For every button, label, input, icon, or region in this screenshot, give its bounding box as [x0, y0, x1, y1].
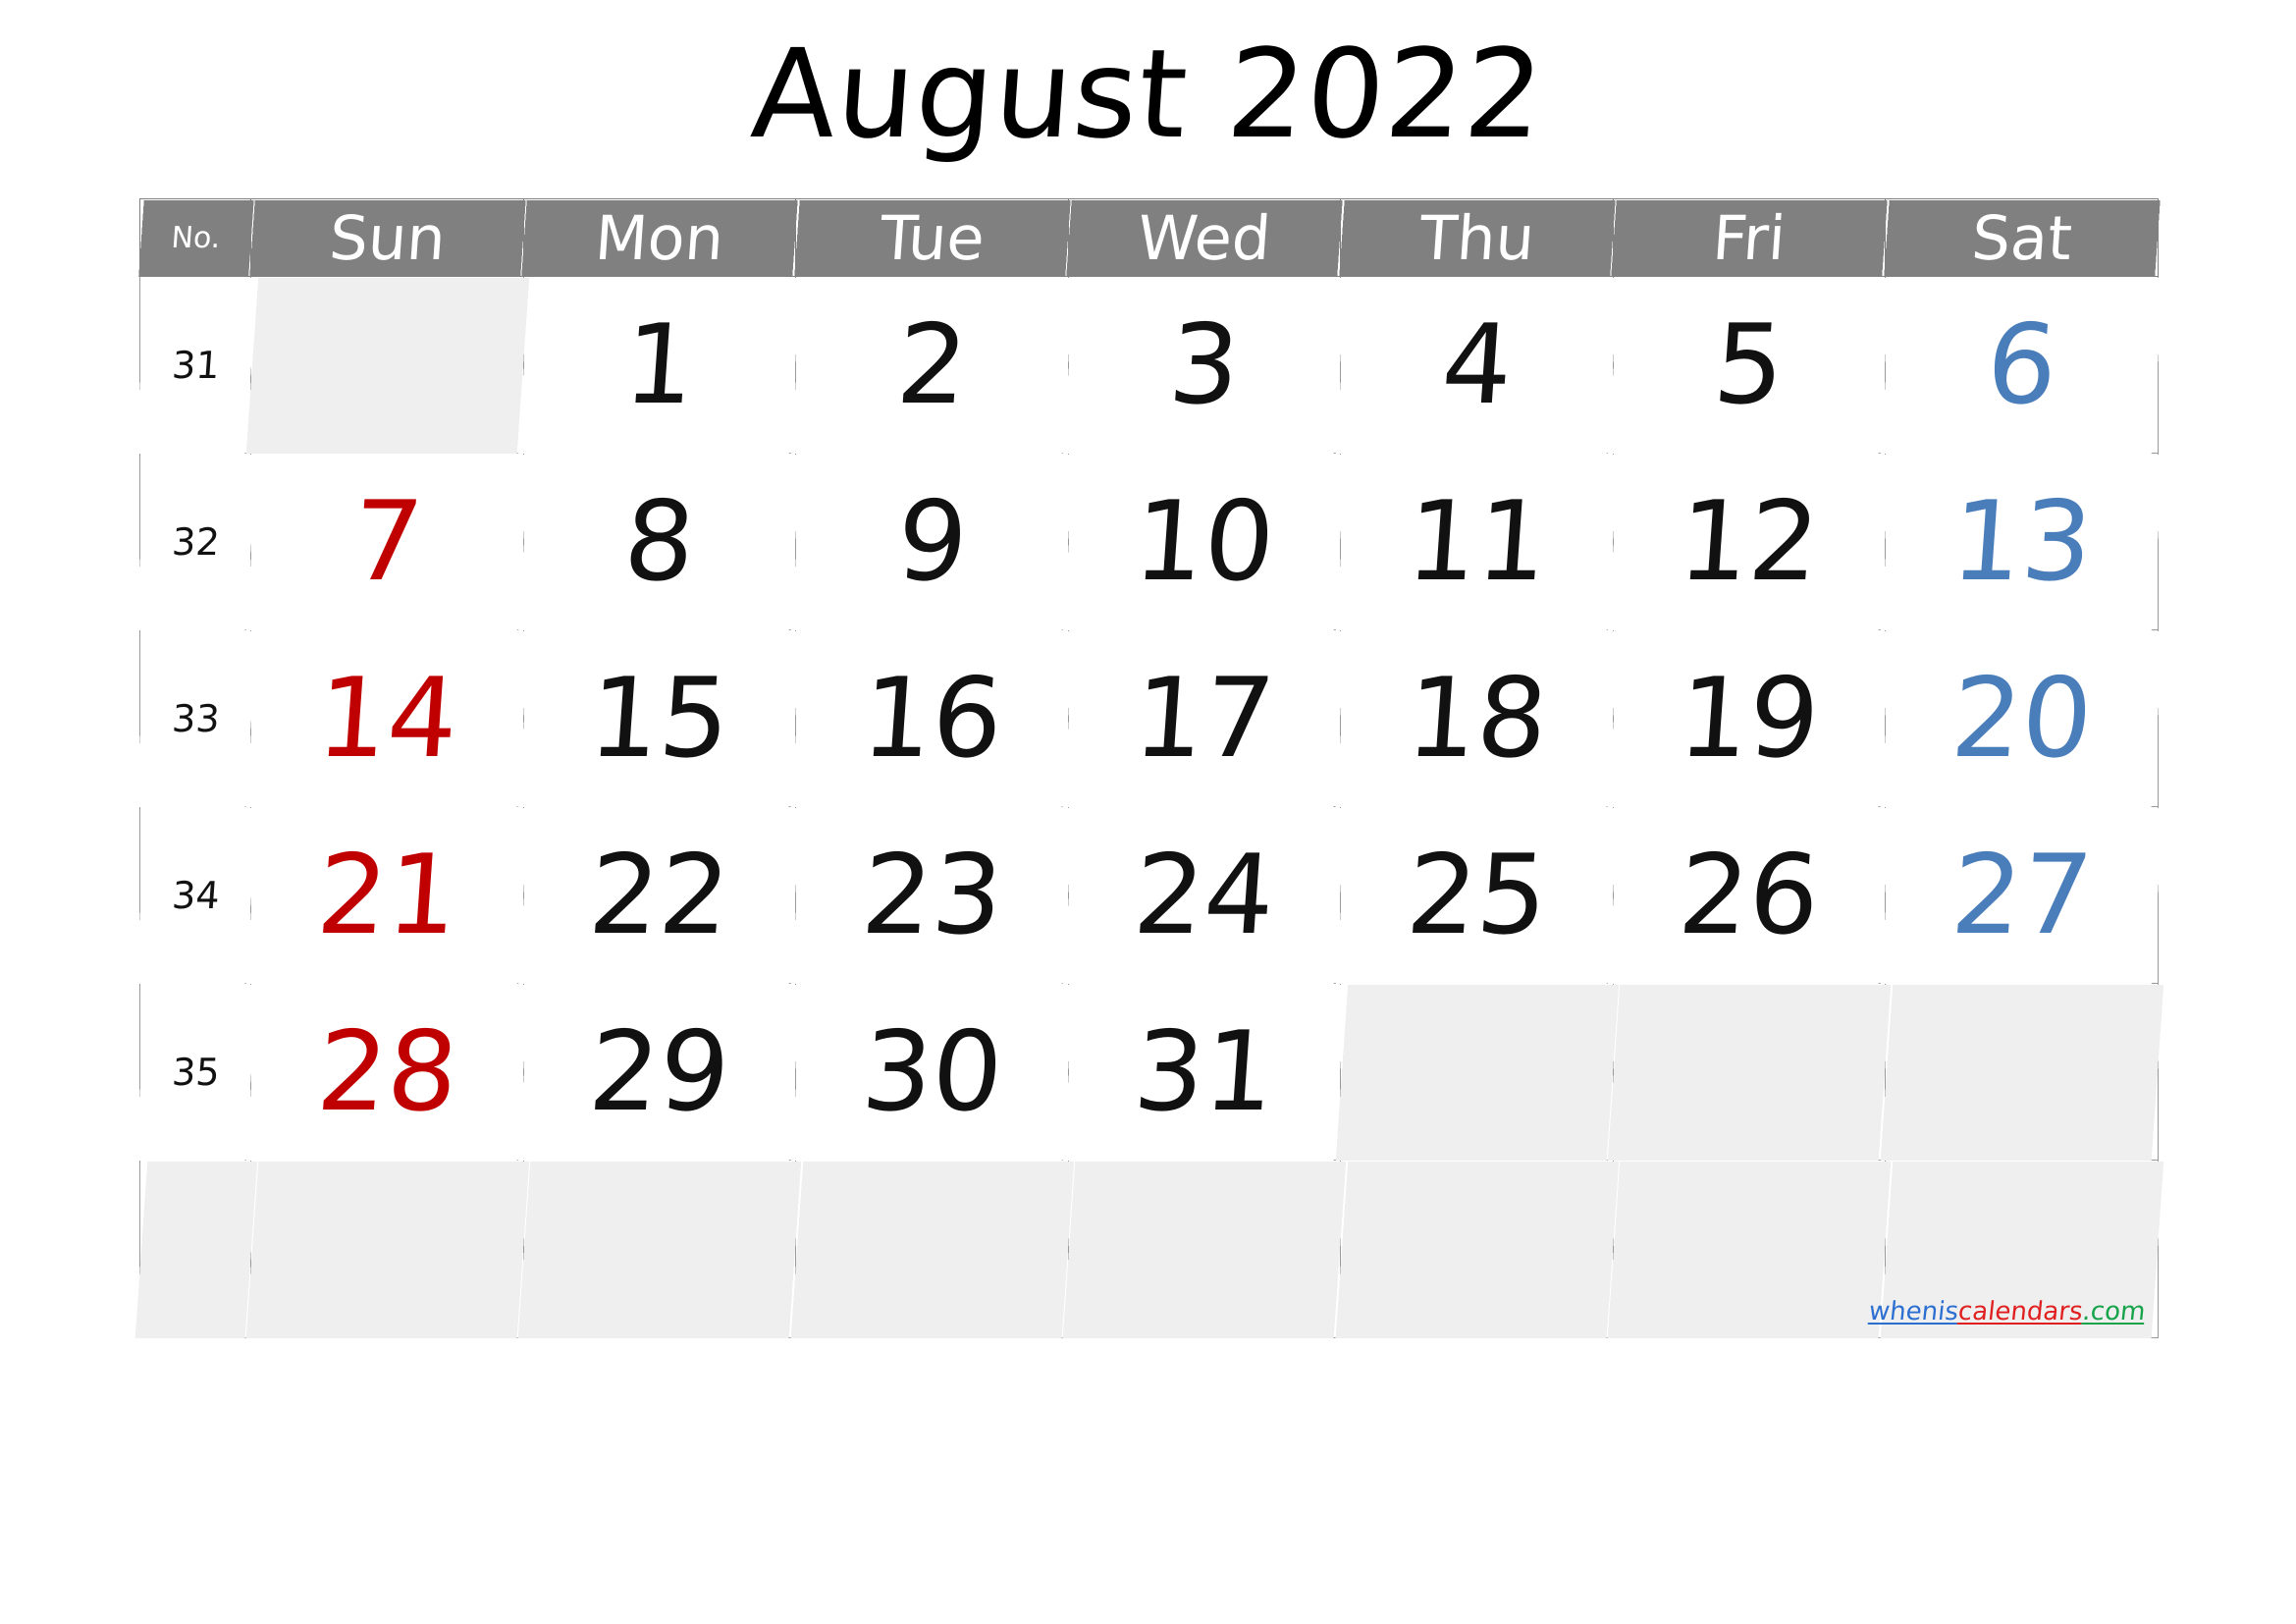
day-cell-wed[interactable]: 17 — [1061, 629, 1348, 807]
day-cell-sat[interactable]: 27 — [1879, 806, 2164, 984]
day-cell-empty-tue — [789, 1160, 1075, 1338]
weekday-header-row: No. Sun Mon Tue Wed Thu Fri Sat — [136, 198, 2162, 277]
calendar-grid: No. Sun Mon Tue Wed Thu Fri Sat 31 1 2 3 4 5 6… — [133, 198, 2164, 1338]
day-cell-tue[interactable]: 23 — [789, 806, 1075, 984]
day-cell-fri[interactable]: 5 — [1607, 276, 1893, 454]
weekday-header-wed: Wed — [1065, 198, 1344, 277]
week-number-cell: 31 — [133, 276, 257, 454]
calendar-week-row: 33 14 15 16 17 18 19 20 — [133, 629, 2164, 807]
week-number-cell: 32 — [133, 453, 257, 630]
watermark-part-calendars: calendars — [1955, 1297, 2084, 1326]
day-cell-wed[interactable]: 24 — [1061, 806, 1348, 984]
day-cell-sun[interactable]: 21 — [244, 806, 530, 984]
watermark-part-com: .com — [2080, 1297, 2147, 1326]
weekday-header-mon: Mon — [520, 198, 799, 277]
calendar-filler-row — [133, 1160, 2164, 1338]
week-number-cell: 35 — [133, 983, 257, 1161]
day-cell-fri[interactable]: 12 — [1607, 453, 1893, 630]
calendar-header: No. Sun Mon Tue Wed Thu Fri Sat — [136, 198, 2162, 277]
site-watermark[interactable]: wheniscalendars.com — [1867, 1297, 2147, 1326]
day-cell-mon[interactable]: 15 — [516, 629, 802, 807]
calendar-body: 31 1 2 3 4 5 6 32 7 8 9 10 11 12 13 33 14 15 16 17 18 19 20 34 2… — [133, 276, 2164, 1338]
calendar-week-row: 32 7 8 9 10 11 12 13 — [133, 453, 2164, 630]
day-cell-fri[interactable]: 19 — [1607, 629, 1893, 807]
day-cell-empty-sun — [244, 1160, 530, 1338]
weekday-header-thu: Thu — [1337, 198, 1617, 277]
day-cell-sat[interactable]: 20 — [1879, 629, 2164, 807]
day-cell-empty-thu — [1334, 1160, 1620, 1338]
week-number-cell — [133, 1160, 257, 1338]
day-cell-empty-fri — [1607, 983, 1893, 1161]
day-cell-thu[interactable]: 11 — [1334, 453, 1620, 630]
calendar-week-row: 34 21 22 23 24 25 26 27 — [133, 806, 2164, 984]
weekday-header-fri: Fri — [1610, 198, 1889, 277]
day-cell-empty-thu — [1334, 983, 1620, 1161]
day-cell-tue[interactable]: 16 — [789, 629, 1075, 807]
day-cell-thu[interactable]: 18 — [1334, 629, 1620, 807]
weekday-header-tue: Tue — [792, 198, 1071, 277]
day-cell-tue[interactable]: 30 — [789, 983, 1075, 1161]
day-cell-mon[interactable]: 8 — [516, 453, 802, 630]
day-cell-empty-mon — [516, 1160, 802, 1338]
calendar-page: August 2022 No. Sun Mon Tue Wed Thu Fri … — [0, 0, 2296, 1624]
day-cell-mon[interactable]: 29 — [516, 983, 802, 1161]
day-cell-empty-sun — [244, 276, 530, 454]
day-cell-tue[interactable]: 9 — [789, 453, 1075, 630]
weekday-header-sun: Sun — [247, 198, 526, 277]
day-cell-sun[interactable]: 28 — [244, 983, 530, 1161]
day-cell-sat[interactable]: 6 — [1879, 276, 2164, 454]
day-cell-sun[interactable]: 14 — [244, 629, 530, 807]
day-cell-empty-fri — [1606, 1160, 1893, 1338]
day-cell-sun[interactable]: 7 — [244, 453, 530, 630]
page-title: August 2022 — [747, 24, 1549, 166]
day-cell-sat[interactable]: 13 — [1879, 453, 2164, 630]
weekday-header-sat: Sat — [1883, 198, 2162, 277]
day-cell-wed[interactable]: 10 — [1061, 453, 1348, 630]
week-number-header: No. — [136, 198, 254, 277]
week-number-cell: 34 — [133, 806, 257, 984]
week-number-cell: 33 — [133, 629, 257, 807]
day-cell-thu[interactable]: 4 — [1334, 276, 1620, 454]
day-cell-fri[interactable]: 26 — [1607, 806, 1893, 984]
day-cell-empty-wed — [1061, 1160, 1348, 1338]
day-cell-mon[interactable]: 1 — [516, 276, 802, 454]
watermark-part-whenis: whenis — [1866, 1297, 1960, 1326]
day-cell-tue[interactable]: 2 — [789, 276, 1075, 454]
day-cell-wed[interactable]: 31 — [1061, 983, 1348, 1161]
calendar-week-row: 31 1 2 3 4 5 6 — [133, 276, 2164, 454]
day-cell-wed[interactable]: 3 — [1061, 276, 1348, 454]
day-cell-empty-sat — [1879, 983, 2164, 1161]
day-cell-mon[interactable]: 22 — [516, 806, 802, 984]
day-cell-thu[interactable]: 25 — [1334, 806, 1620, 984]
calendar-week-row: 35 28 29 30 31 — [133, 983, 2164, 1161]
